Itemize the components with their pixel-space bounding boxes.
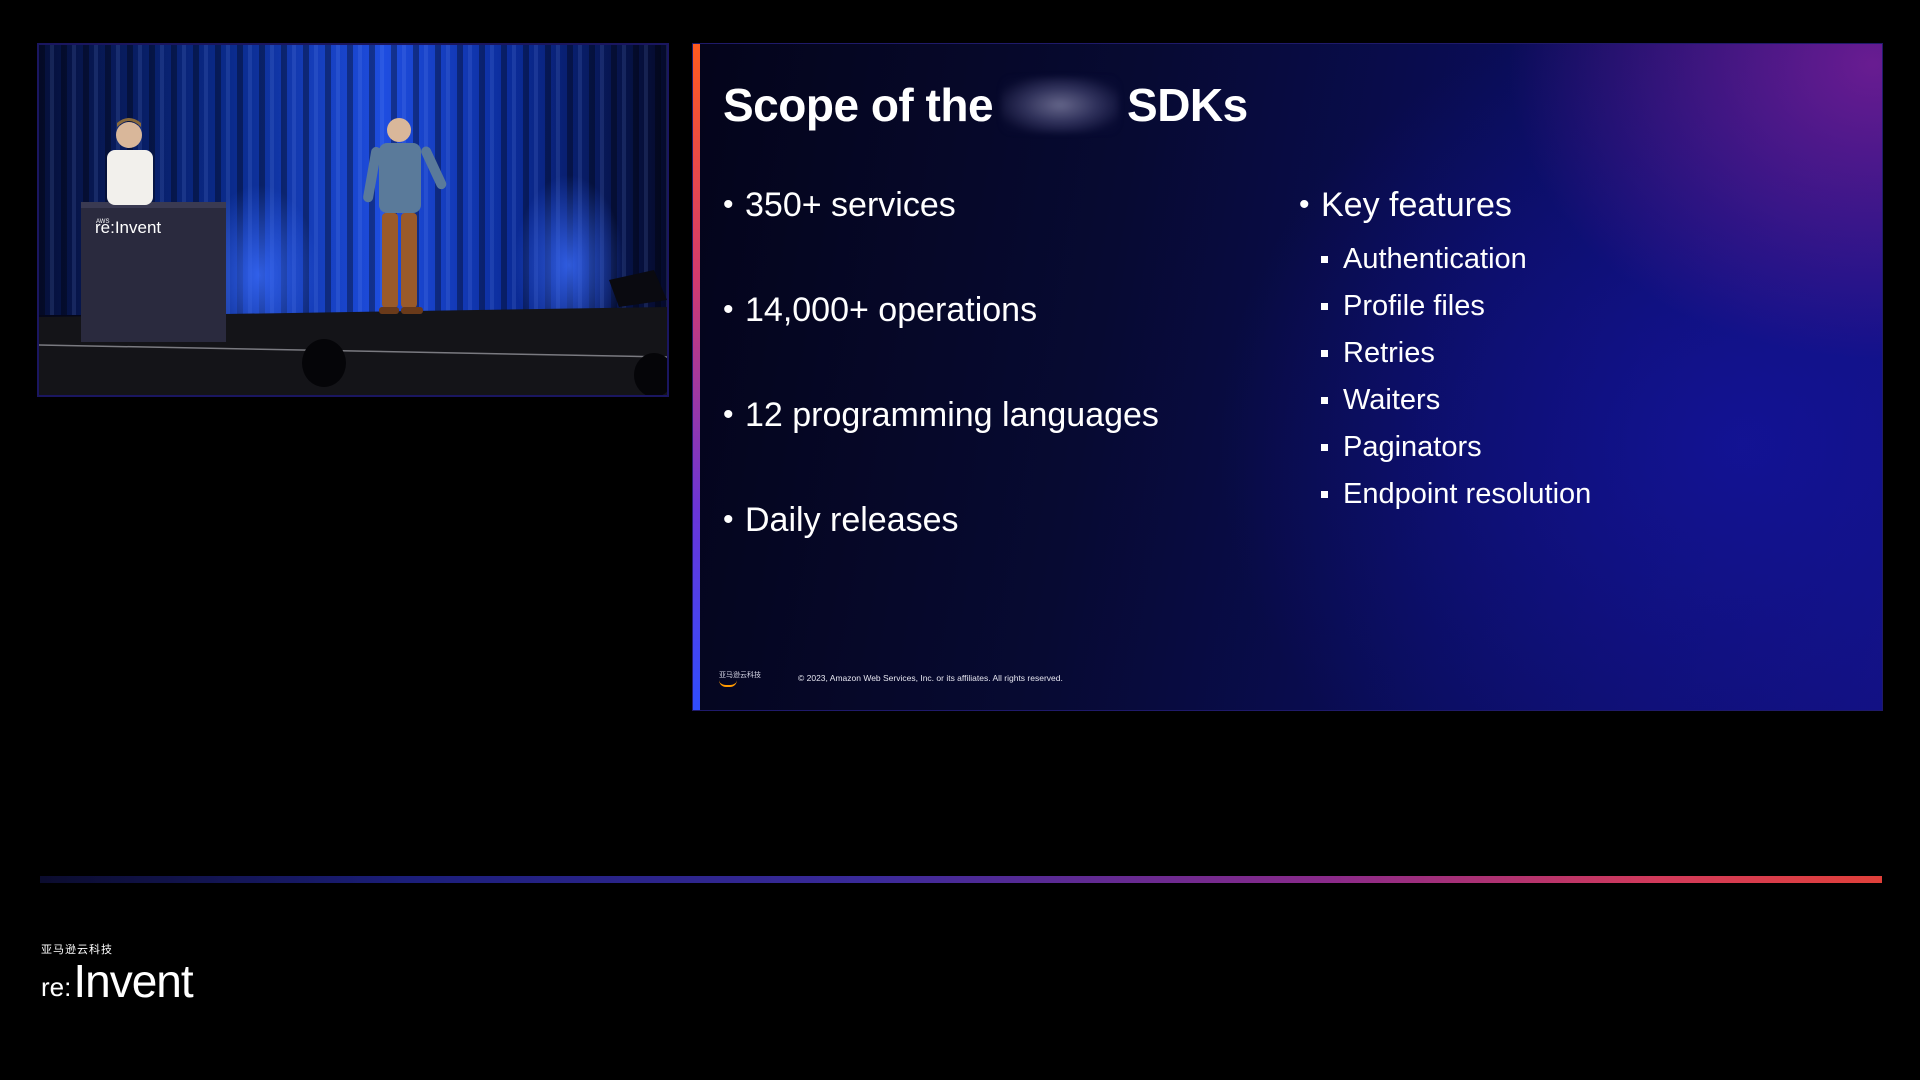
reinvent-logo-re: re: — [41, 972, 72, 1002]
presentation-slide: Scope of the SDKs • 350+ services • 14,000… — [692, 43, 1883, 711]
slide-accent-bar — [693, 44, 700, 710]
square-bullet-icon — [1321, 256, 1328, 263]
feature-item: Waiters — [1321, 377, 1591, 424]
bullet-dot-icon: • — [1299, 188, 1310, 221]
feature-item: Authentication — [1321, 236, 1591, 283]
key-features-list: • Key features Authentication Profile fi… — [1299, 184, 1591, 518]
feature-item: Paginators — [1321, 424, 1591, 471]
bullet-dot-icon: • — [723, 503, 734, 536]
slide-title-prefix: Scope of the — [723, 79, 994, 131]
slide-title-suffix: SDKs — [1127, 79, 1248, 131]
bullet-item: • 14,000+ operations — [723, 291, 1038, 329]
feature-item: Retries — [1321, 330, 1591, 377]
square-bullet-icon — [1321, 350, 1328, 357]
reinvent-logo-invent: Invent — [73, 955, 193, 1007]
gradient-divider — [40, 876, 1882, 883]
key-features-sublist: Authentication Profile files Retries Wai… — [1321, 236, 1591, 518]
bullet-item: • Daily releases — [723, 501, 959, 539]
stage-video-feed: AWS re:Invent — [37, 43, 669, 397]
podium: AWS re:Invent — [81, 202, 226, 342]
reinvent-branding: 亚马逊云科技 re: Invent — [41, 944, 194, 1007]
square-bullet-icon — [1321, 444, 1328, 451]
bullet-dot-icon: • — [723, 398, 734, 431]
bullet-item: • 12 programming languages — [723, 396, 1159, 434]
key-features-heading: • Key features — [1299, 186, 1512, 224]
stage-scene: AWS re:Invent — [39, 45, 667, 395]
square-bullet-icon — [1321, 303, 1328, 310]
bullet-item: • 350+ services — [723, 186, 956, 224]
bullet-dot-icon: • — [723, 188, 734, 221]
feature-item: Endpoint resolution — [1321, 471, 1591, 518]
feature-item: Profile files — [1321, 283, 1591, 330]
slide-footer-logo: 亚马逊云科技 — [719, 672, 761, 688]
presentation-screen: AWS re:Invent Scope of the SDKs • 350+ s… — [0, 0, 1920, 1080]
podium-logo: re:Invent — [95, 218, 161, 237]
redacted-word — [1001, 77, 1120, 133]
reinvent-logo: re: Invent — [41, 955, 194, 1007]
left-bullet-list: • 350+ services • 14,000+ operations • 12 p… — [723, 184, 1159, 604]
amazon-smile-icon — [719, 680, 737, 687]
square-bullet-icon — [1321, 491, 1328, 498]
slide-title: Scope of the SDKs — [723, 70, 1248, 140]
square-bullet-icon — [1321, 397, 1328, 404]
slide-copyright: © 2023, Amazon Web Services, Inc. or its… — [798, 673, 1063, 683]
bullet-dot-icon: • — [723, 293, 734, 326]
